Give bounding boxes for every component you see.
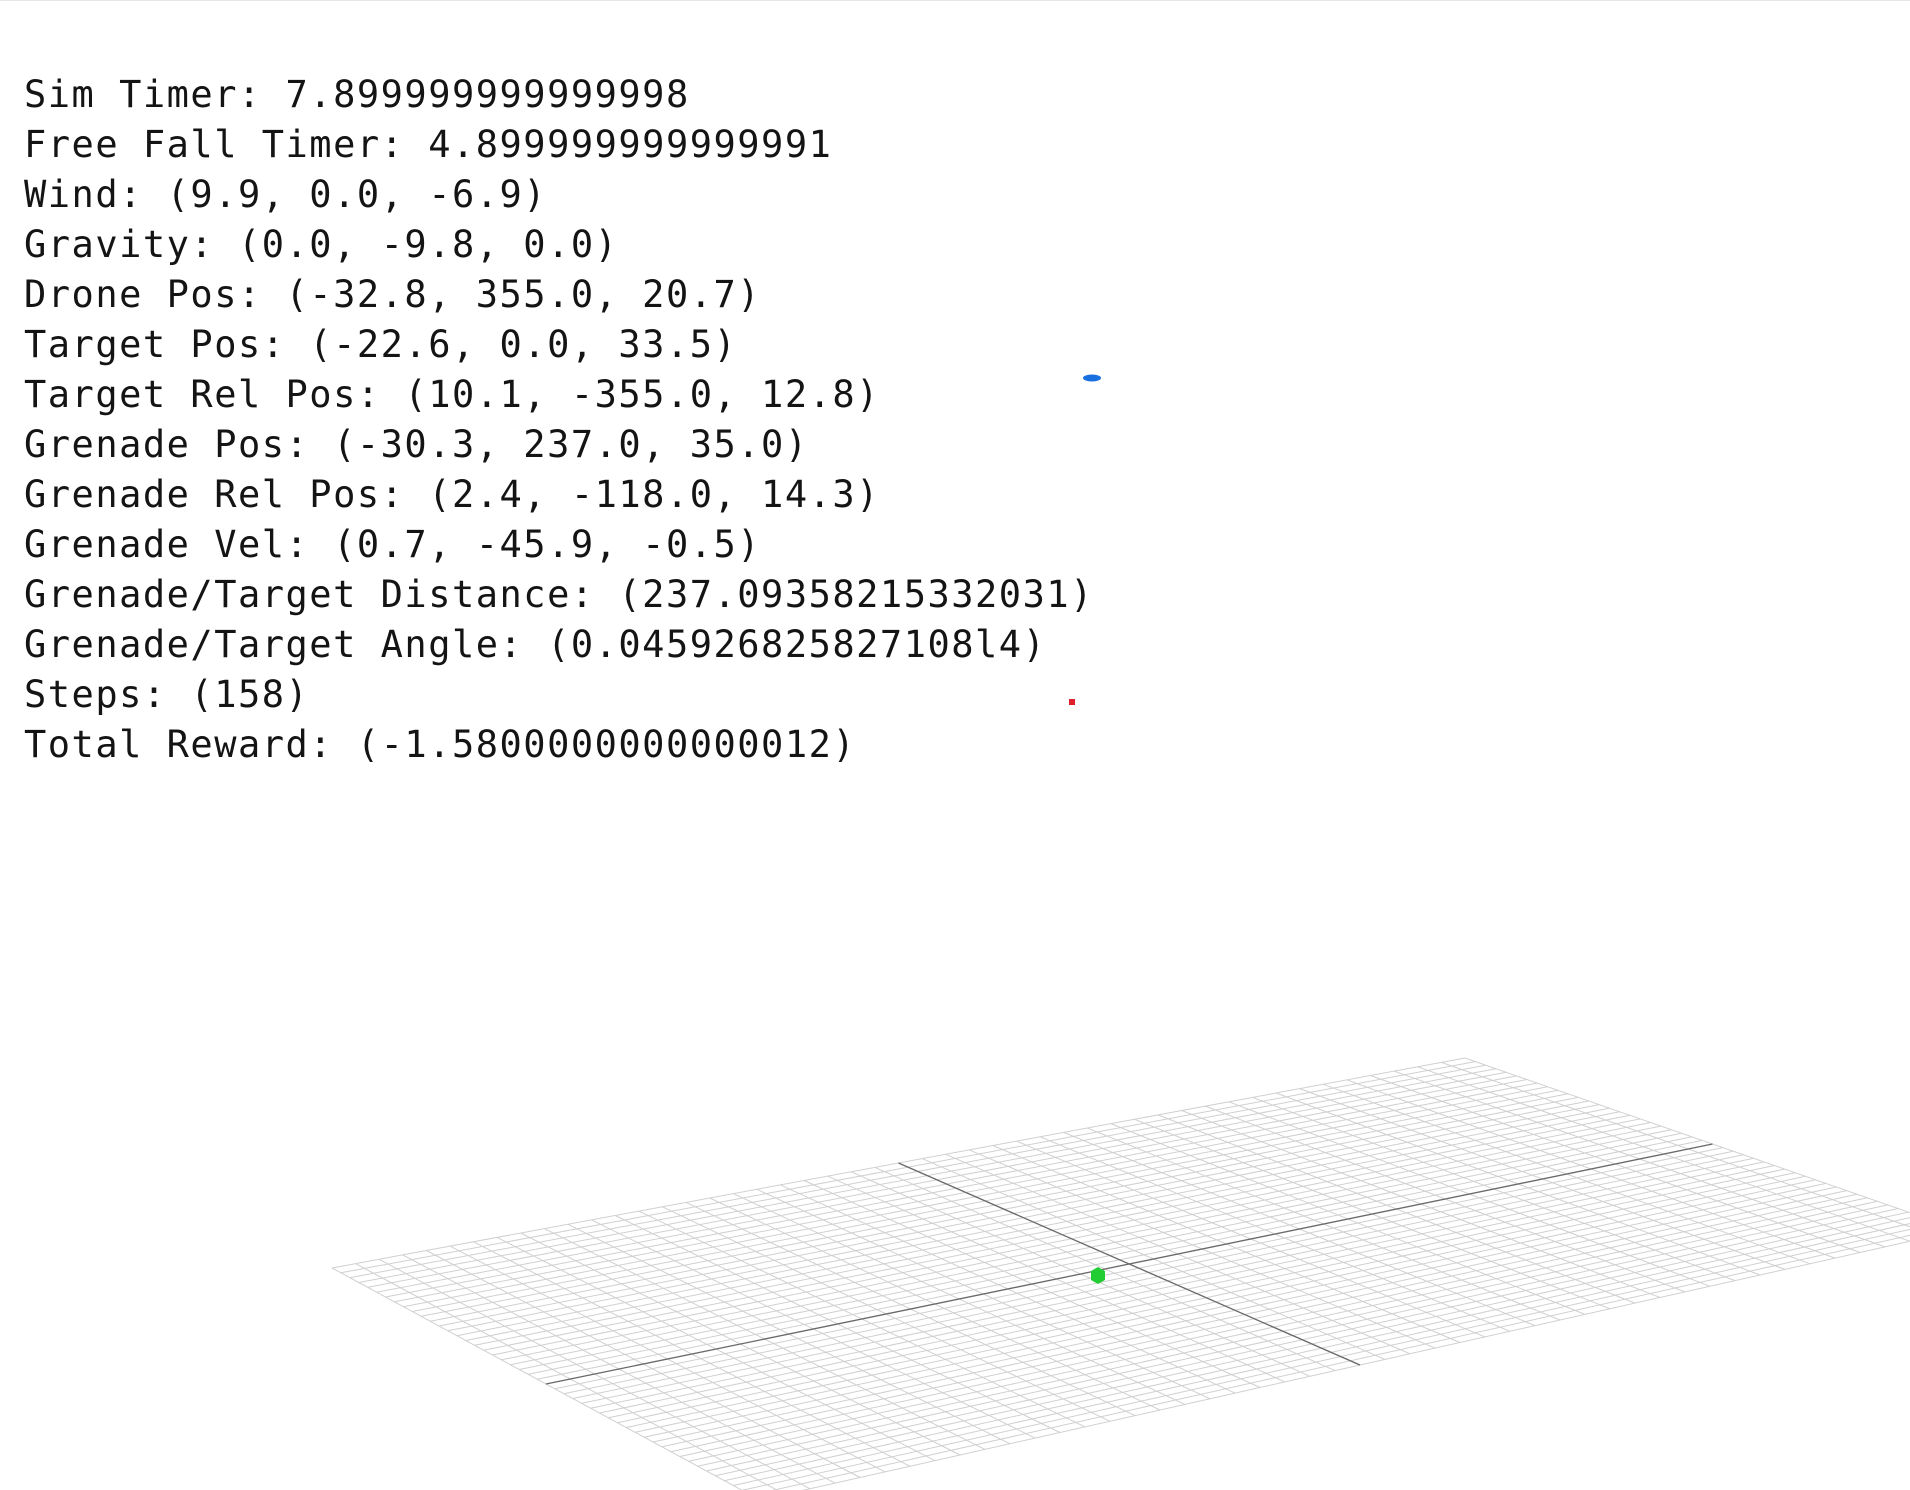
grenade-target-angle-readout: Grenade/Target Angle: (0.045926825827108… (24, 623, 1047, 666)
grenade-vel-readout: Grenade Vel: (0.7, -45.9, -0.5) (24, 523, 762, 566)
sim-timer-readout: Sim Timer: 7.899999999999998 (24, 73, 690, 116)
ground-grid (331, 1057, 1910, 1490)
grid-line (733, 1223, 1910, 1486)
total-reward-readout: Total Reward: (-1.5800000000000012) (24, 723, 857, 766)
drone-pos-readout: Drone Pos: (-32.8, 355.0, 20.7) (24, 273, 762, 316)
grenade-target-distance-readout: Grenade/Target Distance: (237.0935821533… (24, 573, 1094, 616)
wind-readout: Wind: (9.9, 0.0, -6.9) (24, 173, 548, 216)
target-rel-pos-readout: Target Rel Pos: (10.1, -355.0, 12.8) (24, 373, 880, 416)
grenade-pos-readout: Grenade Pos: (-30.3, 237.0, 35.0) (24, 423, 809, 466)
free-fall-timer-readout: Free Fall Timer: 4.899999999999991 (24, 123, 833, 166)
target-pos-readout: Target Pos: (-22.6, 0.0, 33.5) (24, 323, 738, 366)
grenade-rel-pos-readout: Grenade Rel Pos: (2.4, -118.0, 14.3) (24, 473, 880, 516)
telemetry-hud: Sim Timer: 7.899999999999998 Free Fall T… (24, 70, 1094, 770)
grid-line (802, 1240, 1910, 1490)
grid-line (355, 1263, 778, 1490)
gravity-readout: Gravity: (0.0, -9.8, 0.0) (24, 223, 619, 266)
steps-readout: Steps: (158) (24, 673, 310, 716)
